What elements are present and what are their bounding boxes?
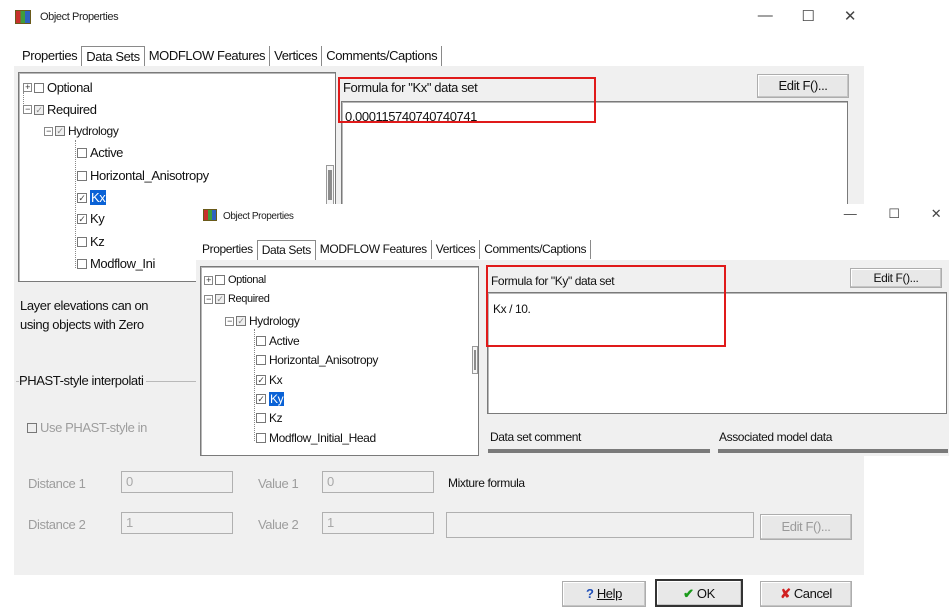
collapse-icon[interactable]: − — [23, 105, 32, 114]
checkbox-icon[interactable]: ✓ — [34, 104, 44, 115]
tree-item-active[interactable]: Active — [256, 334, 300, 348]
value-2-label: Value 2 — [258, 517, 299, 532]
tab-data-sets[interactable]: Data Sets — [256, 240, 316, 260]
value-1-label: Value 1 — [258, 476, 299, 491]
tree-item-hydrology[interactable]: − ✓ Hydrology — [44, 124, 119, 138]
distance-2-input[interactable]: 1 — [121, 512, 233, 534]
collapse-icon[interactable]: − — [204, 294, 213, 304]
tree-item-modflow-initial-head[interactable]: Modflow_Ini — [77, 256, 155, 271]
tree-item-optional[interactable]: + Optional — [23, 80, 93, 95]
checkbox-icon[interactable]: ✓ — [236, 316, 246, 326]
checkbox-icon[interactable]: ✓ — [77, 213, 87, 224]
checkbox-icon[interactable] — [256, 433, 266, 443]
distance-1-label: Distance 1 — [28, 476, 86, 491]
close-button[interactable]: ✕ — [838, 7, 862, 25]
help-icon: ? — [586, 586, 594, 601]
app-icon — [203, 209, 217, 221]
checkbox-icon[interactable] — [215, 275, 225, 285]
collapse-icon[interactable]: − — [225, 316, 234, 326]
phast-checkbox[interactable]: Use PHAST-style in — [27, 420, 147, 435]
distance-2-label: Distance 2 — [28, 517, 86, 532]
cancel-button[interactable]: ✘ Cancel — [760, 581, 852, 607]
mixture-formula-label: Mixture formula — [448, 476, 525, 490]
checkbox-icon[interactable] — [256, 336, 266, 346]
tree-item-ky[interactable]: ✓ Ky — [256, 392, 285, 406]
tab-properties[interactable]: Properties — [198, 240, 257, 259]
tree-scrollbar[interactable] — [472, 346, 478, 374]
tree-item-horizontal-anisotropy[interactable]: Horizontal_Anisotropy — [77, 168, 209, 183]
tree-item-kz[interactable]: Kz — [256, 411, 283, 425]
expand-icon[interactable]: + — [23, 83, 32, 92]
tab-data-sets[interactable]: Data Sets — [81, 46, 145, 67]
help-button[interactable]: ? Help — [562, 581, 646, 607]
value-1-input[interactable]: 0 — [322, 471, 434, 493]
checkbox-icon[interactable]: ✓ — [256, 375, 266, 385]
checkbox-icon[interactable]: ✓ — [215, 294, 225, 304]
data-set-comment-divider — [488, 449, 710, 453]
edit-formula-button[interactable]: Edit F()... — [757, 74, 849, 98]
checkbox-icon[interactable] — [77, 258, 87, 269]
edit-formula-button[interactable]: Edit F()... — [850, 268, 942, 288]
tab-vertices[interactable]: Vertices — [432, 240, 481, 259]
phast-group-label: PHAST-style interpolati — [19, 373, 147, 388]
tab-bar: Properties Data Sets MODFLOW Features Ve… — [198, 239, 592, 260]
checkbox-icon[interactable] — [256, 413, 266, 423]
tab-comments-captions[interactable]: Comments/Captions — [480, 240, 592, 259]
minimize-button[interactable]: — — [838, 206, 862, 221]
check-icon: ✔ — [683, 586, 694, 601]
annotation-box-kx — [338, 77, 596, 123]
tree-item-kx[interactable]: ✓ Kx — [256, 373, 283, 387]
tab-bar: Properties Data Sets MODFLOW Features Ve… — [18, 44, 443, 67]
window-title: Object Properties — [40, 11, 119, 23]
front-window: Object Properties — ☐ ✕ Properties Data … — [196, 204, 949, 456]
info-text-line-2: using objects with Zero — [20, 317, 144, 332]
tree-item-required[interactable]: − ✓ Required — [23, 102, 97, 117]
tree-item-modflow-initial-head[interactable]: Modflow_Initial_Head — [256, 431, 376, 445]
checkbox-icon[interactable] — [34, 82, 44, 93]
maximize-button[interactable]: ☐ — [882, 206, 906, 222]
expand-icon[interactable]: + — [204, 275, 213, 285]
cancel-x-icon: ✘ — [780, 586, 791, 601]
tree-scrollbar[interactable] — [326, 165, 334, 205]
tab-vertices[interactable]: Vertices — [270, 46, 323, 66]
checkbox-icon[interactable]: ✓ — [256, 394, 266, 404]
checkbox-icon[interactable] — [77, 236, 87, 247]
tree-item-kx[interactable]: ✓ Kx — [77, 190, 107, 205]
close-button[interactable]: ✕ — [924, 206, 948, 222]
associated-model-data-divider — [718, 449, 948, 453]
annotation-box-ky — [486, 265, 726, 347]
tree-item-active[interactable]: Active — [77, 145, 123, 160]
window-title: Object Properties — [223, 211, 294, 222]
checkbox-icon[interactable]: ✓ — [55, 126, 65, 136]
checkbox-icon[interactable] — [27, 422, 37, 433]
checkbox-icon[interactable] — [77, 147, 87, 158]
distance-1-input[interactable]: 0 — [121, 471, 233, 493]
info-text-line-1: Layer elevations can on — [20, 298, 149, 313]
checkbox-icon[interactable] — [77, 170, 87, 181]
mixture-formula-input[interactable] — [446, 512, 754, 538]
maximize-button[interactable]: ☐ — [796, 7, 820, 25]
minimize-button[interactable]: — — [753, 7, 777, 24]
data-set-comment-label: Data set comment — [490, 430, 581, 444]
tab-modflow-features[interactable]: MODFLOW Features — [316, 240, 432, 259]
tree-item-required[interactable]: − ✓ Required — [204, 293, 270, 305]
checkbox-icon[interactable] — [256, 355, 266, 365]
tab-properties[interactable]: Properties — [18, 46, 81, 66]
tree-item-ky[interactable]: ✓ Ky — [77, 211, 105, 226]
associated-model-data-label: Associated model data — [719, 430, 833, 444]
app-icon — [15, 10, 31, 24]
tree-item-hydrology[interactable]: − ✓ Hydrology — [225, 314, 300, 328]
tree-item-horizontal-anisotropy[interactable]: Horizontal_Anisotropy — [256, 353, 378, 367]
ok-button[interactable]: ✔ OK — [655, 579, 743, 607]
tree-item-kz[interactable]: Kz — [77, 234, 105, 249]
edit-mixture-formula-button[interactable]: Edit F()... — [760, 514, 852, 540]
value-2-input[interactable]: 1 — [322, 512, 434, 534]
tab-comments-captions[interactable]: Comments/Captions — [322, 46, 443, 66]
tab-modflow-features[interactable]: MODFLOW Features — [145, 46, 271, 66]
checkbox-icon[interactable]: ✓ — [77, 192, 87, 203]
tree-item-optional[interactable]: + Optional — [204, 274, 266, 286]
collapse-icon[interactable]: − — [44, 126, 53, 136]
